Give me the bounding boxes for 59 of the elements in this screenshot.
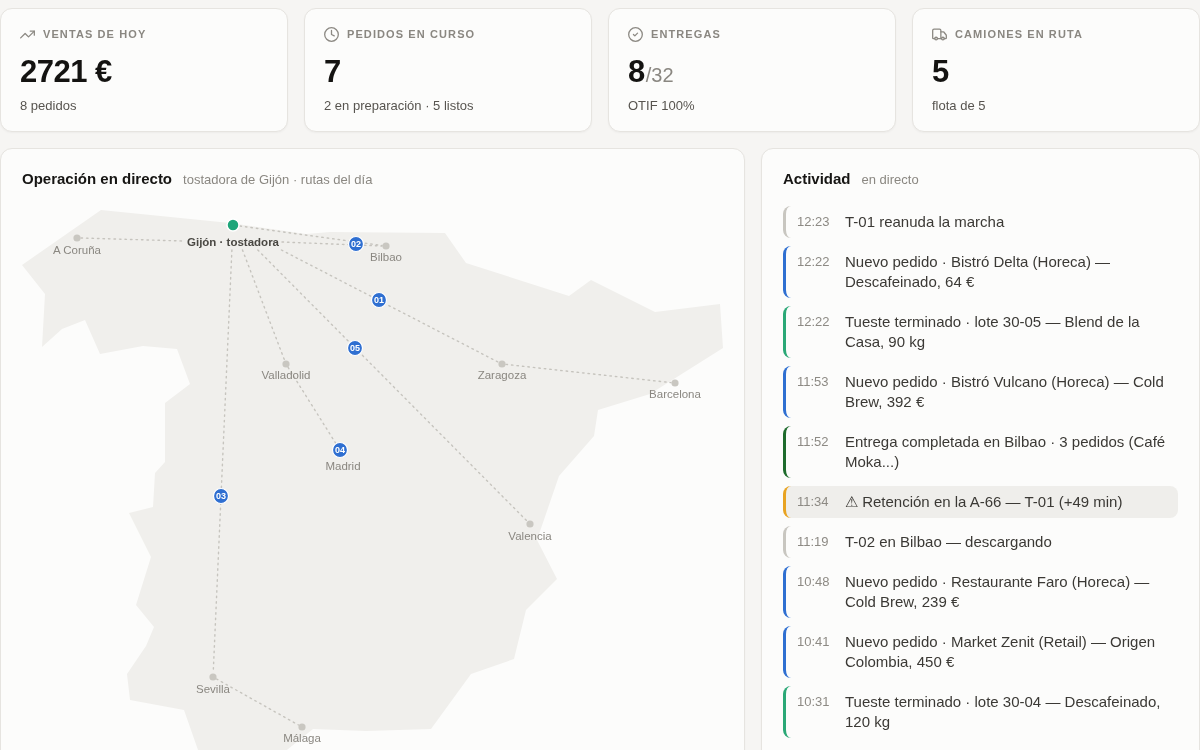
event-time: 11:34: [797, 493, 830, 511]
panel-subtitle: en directo: [861, 171, 919, 189]
panel-title: Operación en directo: [22, 170, 173, 188]
event-time: 12:22: [797, 313, 831, 331]
kpi-label: ENTREGAS: [651, 27, 721, 42]
event-text: Tueste terminado · lote 30-04 — Descafeinado, 120 kg: [845, 692, 1162, 732]
event-text: T-01 reanuda la marcha: [845, 212, 1006, 232]
event-text: T-02 en Bilbao — descargando: [845, 532, 1053, 552]
kpi-total: /32: [645, 63, 674, 87]
kpi-detail: 8 pedidos: [20, 97, 78, 115]
event-time: 10:48: [797, 573, 831, 591]
kpi-value: 2721 €: [20, 54, 112, 90]
kpi-label: PEDIDOS EN CURSO: [347, 27, 476, 42]
city-label: Málaga: [283, 732, 321, 744]
kpi-value: 8: [628, 54, 645, 90]
event-text: ⚠ Retención en la A-66 — T-01 (+49 min): [845, 492, 1124, 512]
event-time: 11:53: [797, 373, 830, 391]
panel-title: Actividad: [783, 170, 851, 188]
event-time: 12:23: [797, 213, 831, 231]
kpi-label: CAMIONES EN RUTA: [955, 27, 1083, 42]
city-label: Madrid: [325, 460, 361, 472]
location-dot-icon: [282, 360, 290, 368]
check-circle-icon: [628, 26, 643, 42]
event-text: Nuevo pedido · Bistró Vulcano (Horeca) — Cold Brew, 392 €: [845, 372, 1165, 412]
event-time: 11:52: [797, 433, 830, 451]
event-time: 11:19: [797, 533, 830, 551]
location-dot-icon: [671, 379, 679, 387]
origin-dot-icon: [226, 218, 240, 232]
truck-icon: [932, 26, 947, 42]
location-dot-icon: [526, 520, 534, 528]
location-dot-icon: [298, 723, 306, 731]
kpi-value: 7: [324, 54, 341, 90]
event-text: Nuevo pedido · Market Zenit (Retail) — Origen Colombia, 450 €: [845, 632, 1157, 672]
event-time: 12:22: [797, 253, 831, 271]
event-text: Entrega completada en Bilbao · 3 pedidos (Café Moka...): [845, 432, 1167, 472]
city-label: Sevilla: [196, 683, 230, 695]
location-dot-icon: [73, 234, 81, 242]
city-label: Gijón · tostadora: [187, 236, 279, 248]
kpi-label: VENTAS DE HOY: [43, 27, 147, 42]
event-text: Tueste terminado · lote 30-05 — Blend de la Casa, 90 kg: [845, 312, 1141, 352]
event-time: 10:31: [797, 693, 831, 711]
city-label: Barcelona: [649, 388, 701, 400]
event-time: 10:41: [797, 633, 831, 651]
kpi-value: 5: [932, 54, 949, 90]
kpi-detail: 2 en preparación · 5 listos: [324, 97, 475, 115]
clock-icon: [324, 26, 339, 42]
city-label: Valladolid: [261, 369, 311, 381]
panel-subtitle: tostadora de Gijón · rutas del día: [183, 171, 373, 189]
location-dot-icon: [498, 360, 506, 368]
location-dot-icon: [382, 242, 390, 250]
city-label: A Coruña: [53, 244, 101, 256]
event-text: Nuevo pedido · Restaurante Faro (Horeca) — Cold Brew, 239 €: [845, 572, 1151, 612]
city-label: Bilbao: [370, 251, 402, 263]
event-text: Nuevo pedido · Bistró Delta (Horeca) — Descafeinado, 64 €: [845, 252, 1112, 292]
location-dot-icon: [209, 673, 217, 681]
city-label: Zaragoza: [477, 369, 527, 381]
kpi-detail: flota de 5: [932, 97, 987, 115]
city-label: Valencia: [508, 530, 552, 542]
kpi-detail: OTIF 100%: [628, 97, 696, 115]
